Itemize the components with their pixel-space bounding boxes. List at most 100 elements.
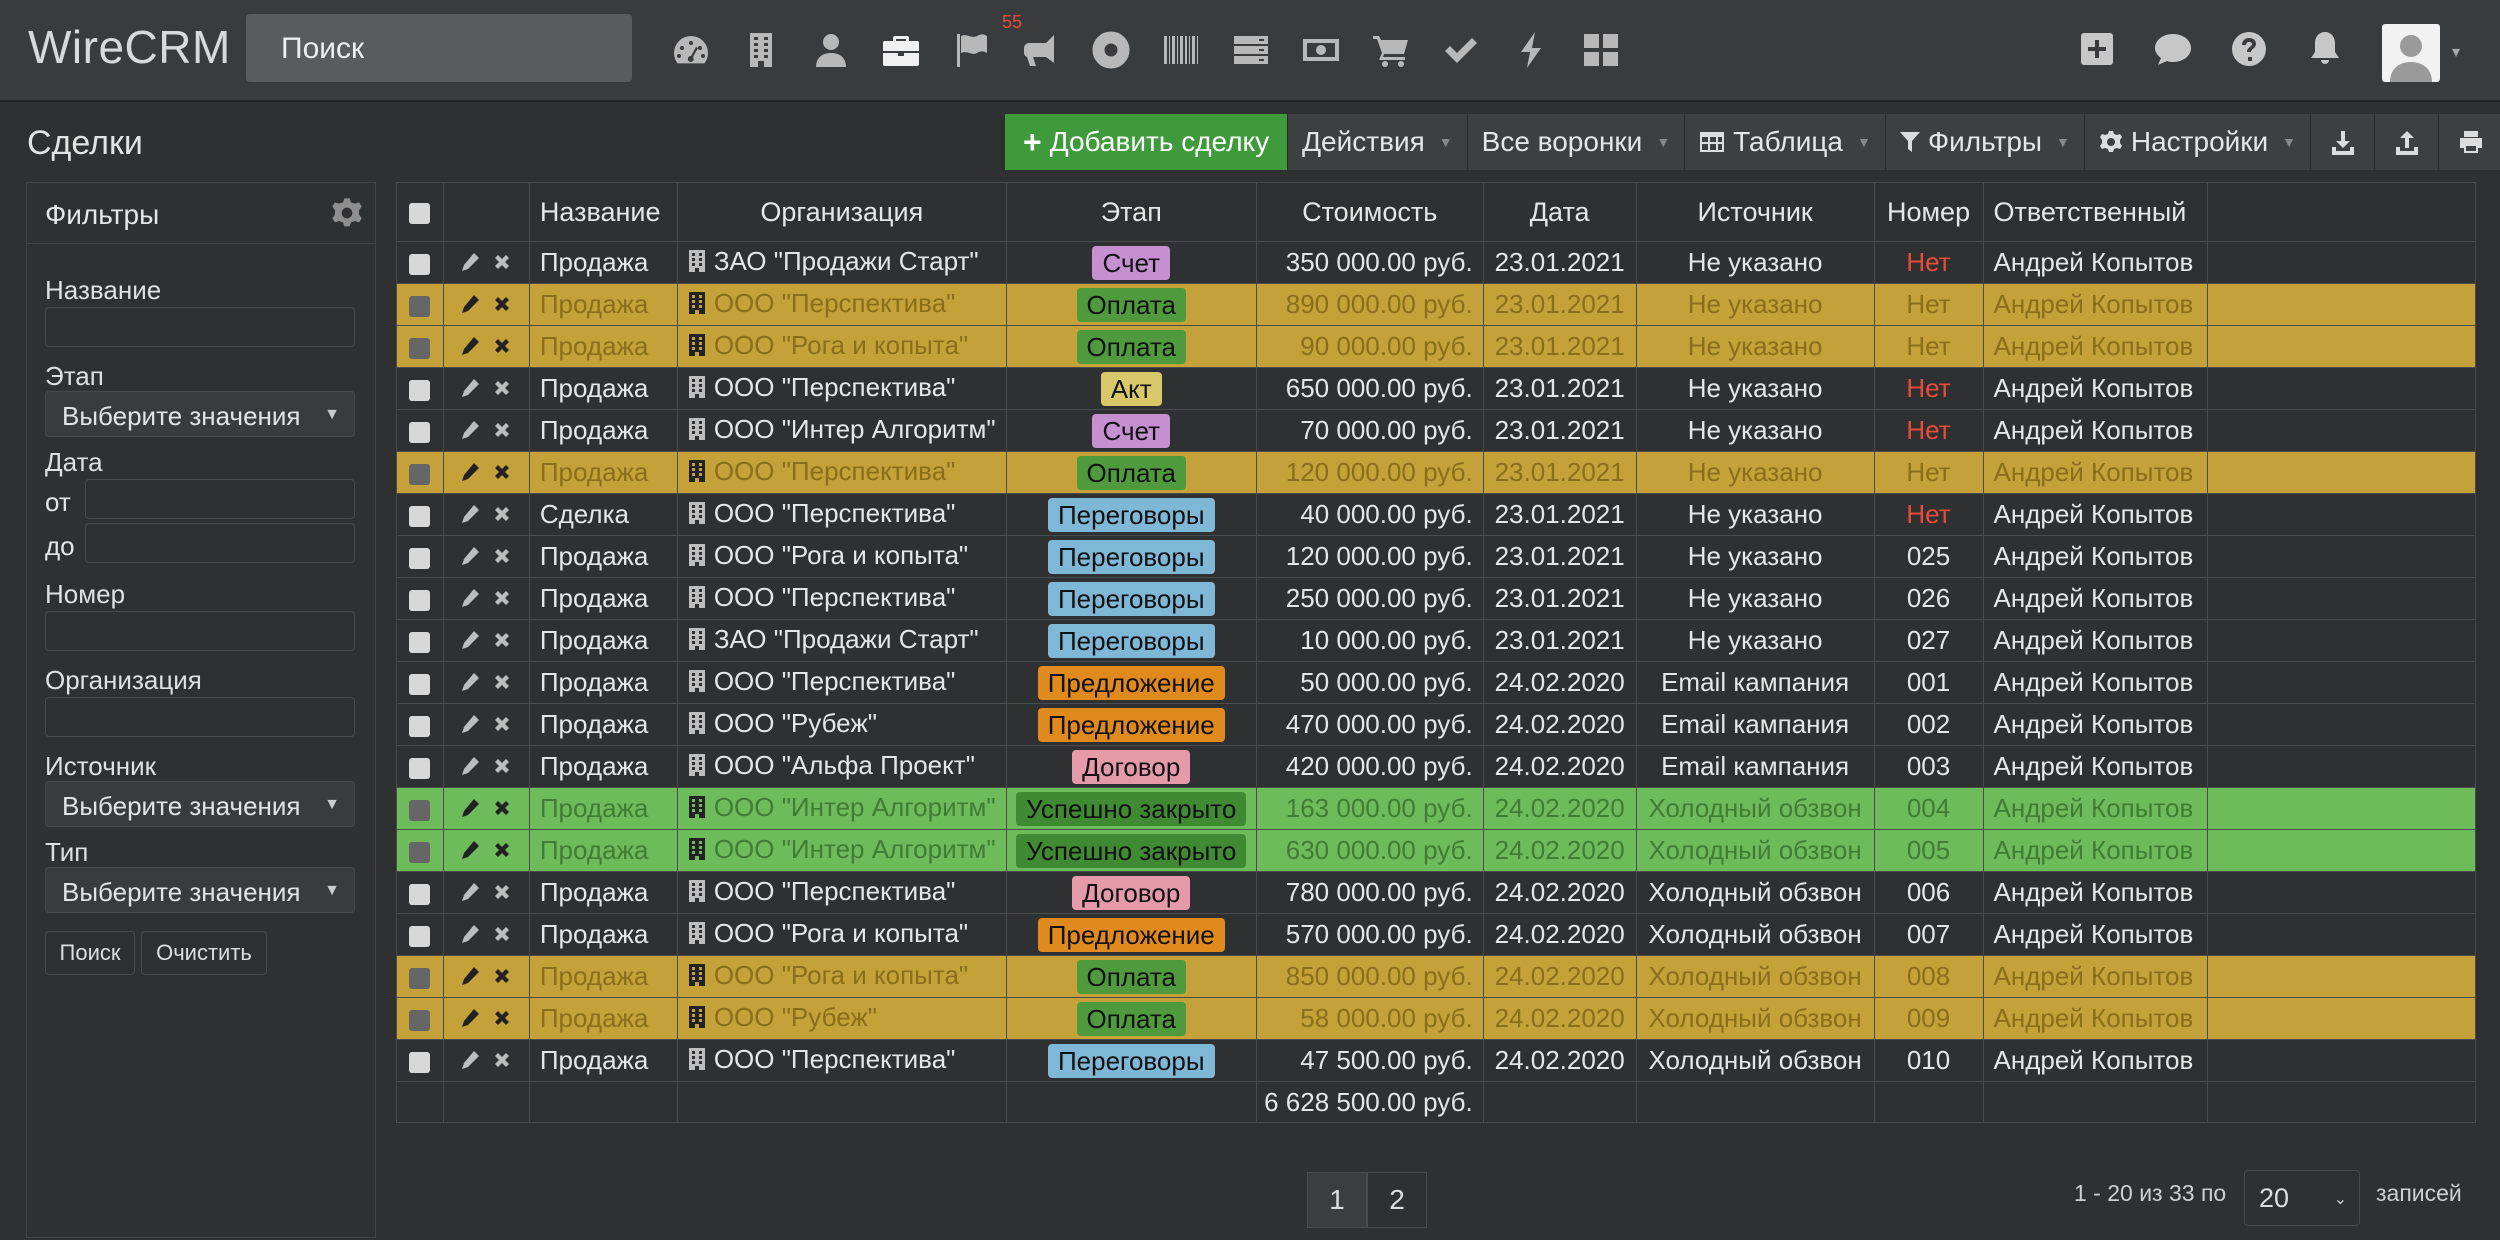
- cell-name[interactable]: Продажа: [528, 409, 678, 452]
- cell-org[interactable]: ООО "Перспектива": [676, 1039, 1007, 1082]
- pencil-icon[interactable]: [460, 878, 480, 909]
- cell-org[interactable]: ООО "Рубеж": [676, 997, 1007, 1040]
- cell-name[interactable]: Продажа: [528, 535, 678, 578]
- server-icon[interactable]: [1225, 24, 1277, 76]
- cell-org[interactable]: ООО "Рога и копыта": [676, 535, 1007, 578]
- cell-org[interactable]: ООО "Рубеж": [676, 703, 1007, 746]
- column-header-date[interactable]: Дата: [1482, 182, 1637, 242]
- cell-org[interactable]: ООО "Интер Алгоритм": [676, 409, 1007, 452]
- row-select-cell[interactable]: [396, 493, 444, 536]
- settings-dropdown[interactable]: Настройки ▼: [2084, 114, 2312, 170]
- pencil-icon[interactable]: [460, 1046, 480, 1077]
- close-icon[interactable]: [492, 542, 512, 573]
- dashboard-icon[interactable]: [665, 24, 717, 76]
- row-checkbox[interactable]: [409, 589, 431, 611]
- cell-org[interactable]: ООО "Перспектива": [676, 577, 1007, 620]
- close-icon[interactable]: [492, 290, 512, 321]
- row-checkbox[interactable]: [409, 757, 431, 779]
- cell-org[interactable]: ООО "Рога и копыта": [676, 325, 1007, 368]
- cart-icon[interactable]: [1365, 24, 1417, 76]
- close-icon[interactable]: [492, 500, 512, 531]
- column-header-number[interactable]: Номер: [1873, 182, 1984, 242]
- lifebuoy-icon[interactable]: [1085, 24, 1137, 76]
- row-select-cell[interactable]: [396, 325, 444, 368]
- filter-org-input[interactable]: [45, 697, 355, 737]
- money-icon[interactable]: [1295, 24, 1347, 76]
- row-select-cell[interactable]: [396, 955, 444, 998]
- close-icon[interactable]: [492, 626, 512, 657]
- cell-org[interactable]: ООО "Перспектива": [676, 451, 1007, 494]
- row-select-cell[interactable]: [396, 241, 444, 284]
- pencil-icon[interactable]: [460, 920, 480, 951]
- table-row[interactable]: Продажа ООО "Рубеж" Предложение 470 000.00 …: [396, 703, 2476, 746]
- cell-name[interactable]: Продажа: [528, 997, 678, 1040]
- cell-name[interactable]: Продажа: [528, 577, 678, 620]
- cell-org[interactable]: ЗАО "Продажи Старт": [676, 241, 1007, 284]
- row-select-cell[interactable]: [396, 1039, 444, 1082]
- close-icon[interactable]: [492, 794, 512, 825]
- row-checkbox[interactable]: [409, 841, 431, 863]
- filter-stage-select[interactable]: Выберите значения ▼: [45, 391, 355, 437]
- page-button-1[interactable]: 1: [1307, 1172, 1367, 1228]
- row-checkbox[interactable]: [409, 505, 431, 527]
- close-icon[interactable]: [492, 1004, 512, 1035]
- column-header-source[interactable]: Источник: [1635, 182, 1875, 242]
- row-select-cell[interactable]: [396, 409, 444, 452]
- cell-name[interactable]: Продажа: [528, 913, 678, 956]
- row-select-cell[interactable]: [396, 619, 444, 662]
- table-row[interactable]: Продажа ООО "Перспектива" Оплата 890 000.00…: [396, 283, 2476, 326]
- row-select-cell[interactable]: [396, 913, 444, 956]
- row-checkbox[interactable]: [409, 421, 431, 443]
- pencil-icon[interactable]: [460, 752, 480, 783]
- row-checkbox[interactable]: [409, 379, 431, 401]
- pencil-icon[interactable]: [460, 962, 480, 993]
- close-icon[interactable]: [492, 962, 512, 993]
- cell-name[interactable]: Продажа: [528, 367, 678, 410]
- row-checkbox[interactable]: [409, 715, 431, 737]
- cell-name[interactable]: Продажа: [528, 871, 678, 914]
- table-row[interactable]: Продажа ЗАО "Продажи Старт" Переговоры 10 0…: [396, 619, 2476, 662]
- building-icon[interactable]: [735, 24, 787, 76]
- funnels-dropdown[interactable]: Все воронки ▼: [1467, 114, 1686, 170]
- pencil-icon[interactable]: [460, 1004, 480, 1035]
- pencil-icon[interactable]: [460, 668, 480, 699]
- actions-dropdown[interactable]: Действия ▼: [1288, 114, 1468, 170]
- pencil-icon[interactable]: [460, 710, 480, 741]
- pencil-icon[interactable]: [460, 290, 480, 321]
- avatar-caret-icon[interactable]: ▾: [2452, 42, 2460, 62]
- row-checkbox[interactable]: [409, 337, 431, 359]
- table-row[interactable]: Продажа ООО "Интер Алгоритм" Счет 70 000.00…: [396, 409, 2476, 452]
- table-row[interactable]: Продажа ООО "Перспектива" Предложение 50 00…: [396, 661, 2476, 704]
- cell-name[interactable]: Продажа: [528, 829, 678, 872]
- barcode-icon[interactable]: [1155, 24, 1207, 76]
- cell-name[interactable]: Продажа: [528, 325, 678, 368]
- row-select-cell[interactable]: [396, 871, 444, 914]
- cell-org[interactable]: ООО "Перспектива": [676, 661, 1007, 704]
- briefcase-icon[interactable]: [875, 24, 927, 76]
- pencil-icon[interactable]: [460, 458, 480, 489]
- row-select-cell[interactable]: [396, 703, 444, 746]
- row-select-cell[interactable]: [396, 661, 444, 704]
- column-header-name[interactable]: Название: [528, 182, 678, 242]
- table-row[interactable]: Продажа ООО "Перспектива" Переговоры 250 00…: [396, 577, 2476, 620]
- row-checkbox[interactable]: [409, 295, 431, 317]
- column-header-owner[interactable]: Ответственный: [1982, 182, 2209, 242]
- user-icon[interactable]: [805, 24, 857, 76]
- close-icon[interactable]: [492, 836, 512, 867]
- column-header-stage[interactable]: Этап: [1005, 182, 1257, 242]
- filter-date-to-input[interactable]: [85, 523, 355, 563]
- upload-button[interactable]: [2375, 114, 2440, 170]
- pencil-icon[interactable]: [460, 500, 480, 531]
- filters-dropdown[interactable]: Фильтры ▼: [1885, 114, 2085, 170]
- download-button[interactable]: [2311, 114, 2376, 170]
- cell-name[interactable]: Продажа: [528, 787, 678, 830]
- cell-org[interactable]: ЗАО "Продажи Старт": [676, 619, 1007, 662]
- row-checkbox[interactable]: [409, 967, 431, 989]
- table-row[interactable]: Продажа ЗАО "Продажи Старт" Счет 350 000.00…: [396, 241, 2476, 284]
- cell-org[interactable]: ООО "Интер Алгоритм": [676, 787, 1007, 830]
- filter-type-select[interactable]: Выберите значения ▼: [45, 867, 355, 913]
- add-deal-button[interactable]: + Добавить сделку: [1005, 114, 1289, 170]
- close-icon[interactable]: [492, 1046, 512, 1077]
- row-select-cell[interactable]: [396, 745, 444, 788]
- row-checkbox[interactable]: [409, 1009, 431, 1031]
